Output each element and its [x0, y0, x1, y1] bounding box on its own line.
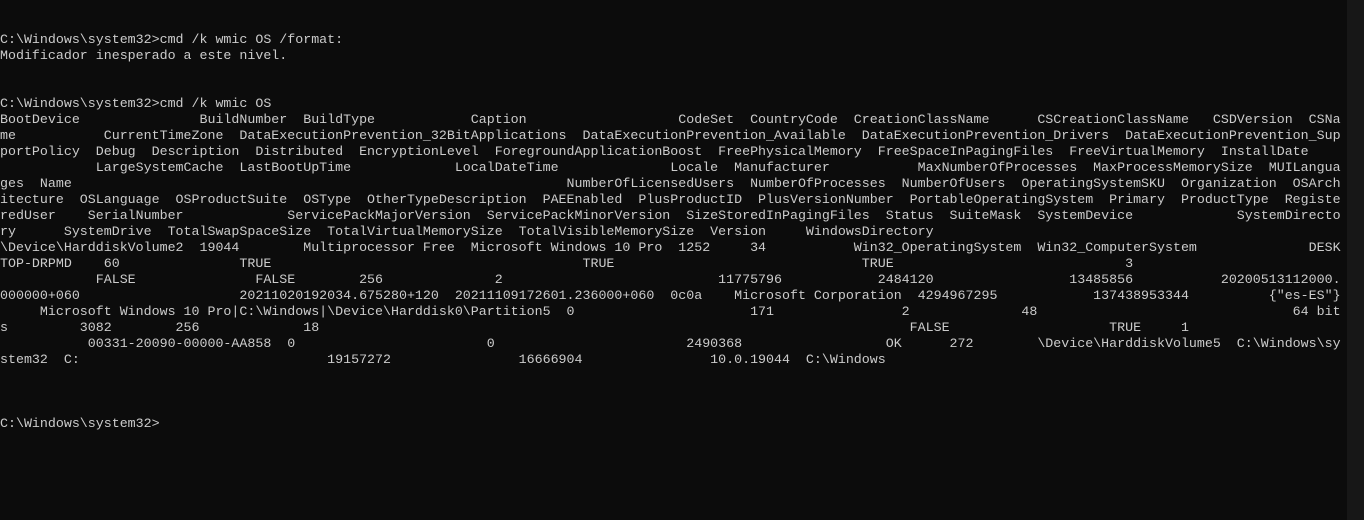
wmic-header-line: redUser SerialNumber ServicePackMajorVer… [0, 208, 1341, 223]
wmic-header-line: me CurrentTimeZone DataExecutionPreventi… [0, 128, 1341, 143]
vertical-scrollbar[interactable] [1347, 0, 1364, 520]
prompt-line[interactable]: C:\Windows\system32> [0, 416, 1347, 432]
wmic-header-line: portPolicy Debug Description Distributed… [0, 144, 1309, 159]
wmic-value-line: s 3082 256 18 FALSE TRUE 1 [0, 320, 1189, 335]
wmic-header-line: BootDevice BuildNumber BuildType Caption… [0, 112, 1341, 127]
wmic-value-line: 000000+060 20211020192034.675280+120 202… [0, 288, 1341, 303]
wmic-value-line: FALSE FALSE 256 2 11775796 2484120 13485… [0, 272, 1341, 287]
wmic-header-line: ges Name NumberOfLicensedUsers NumberOfP… [0, 176, 1341, 191]
wmic-value-line: TOP-DRPMD 60 TRUE TRUE TRUE 3 [0, 256, 1134, 271]
wmic-header-line: ry SystemDrive TotalSwapSpaceSize TotalV… [0, 224, 934, 239]
wmic-value-line: stem32 C: 19157272 16666904 10.0.19044 C… [0, 352, 886, 367]
wmic-header-line: LargeSystemCache LastBootUpTime LocalDat… [0, 160, 1341, 175]
wmic-header-line: itecture OSLanguage OSProductSuite OSTyp… [0, 192, 1341, 207]
wmic-value-line: Microsoft Windows 10 Pro|C:\Windows|\Dev… [0, 304, 1341, 319]
error-message: Modificador inesperado a este nivel. [0, 48, 288, 63]
console-output[interactable]: C:\Windows\system32>cmd /k wmic OS /form… [0, 0, 1347, 520]
command-line: C:\Windows\system32>cmd /k wmic OS /form… [0, 32, 344, 47]
wmic-value-line: \Device\HarddiskVolume2 19044 Multiproce… [0, 240, 1341, 255]
wmic-value-line: 00331-20090-00000-AA858 0 0 2490368 OK 2… [0, 336, 1341, 351]
command-line: C:\Windows\system32>cmd /k wmic OS [0, 96, 272, 111]
